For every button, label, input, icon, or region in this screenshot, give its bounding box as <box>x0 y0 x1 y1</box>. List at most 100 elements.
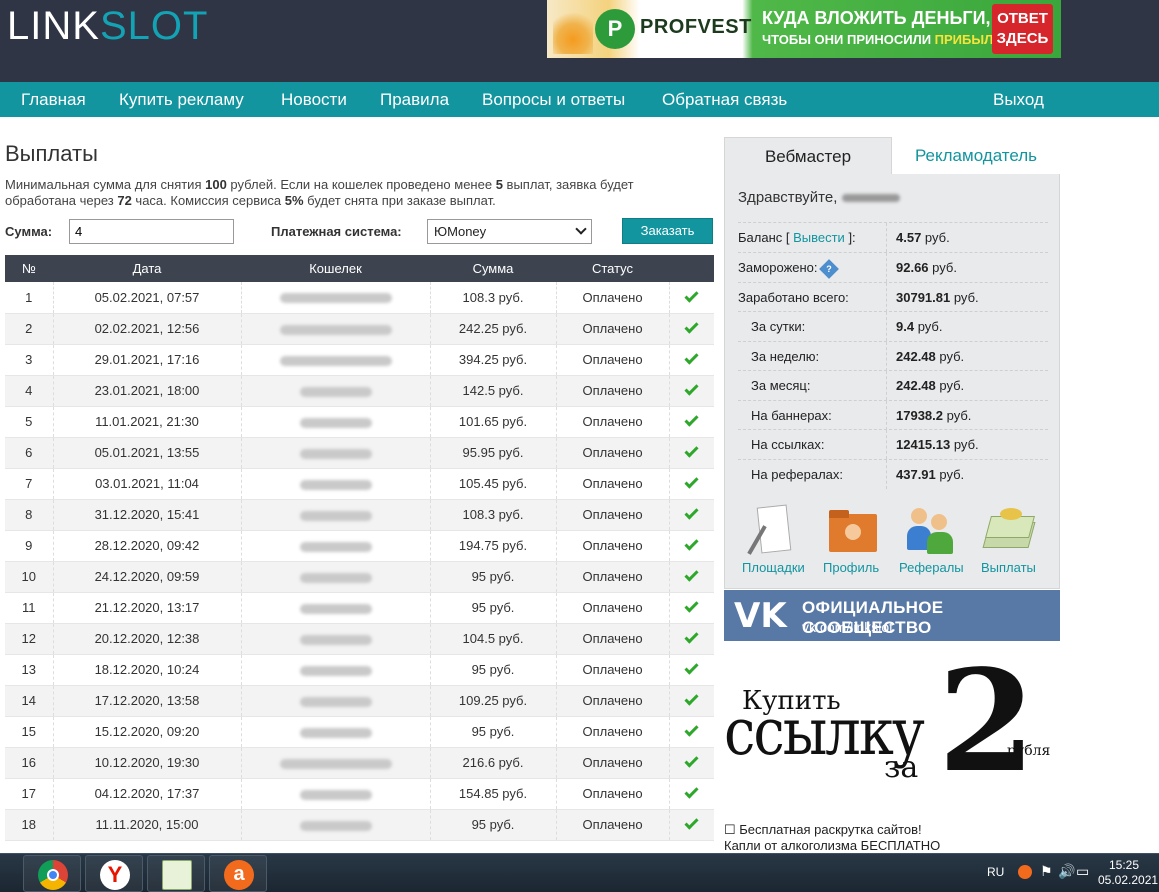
check-icon <box>684 412 699 427</box>
cell-status-icon <box>669 375 714 407</box>
wallet-redacted <box>279 355 392 366</box>
os-taskbar: Y a RU ⚑ 🔊 ▭ 15:25 05.02.2021 <box>0 853 1159 892</box>
table-row: 16 10.12.2020, 19:30 216.6 руб. Оплачено <box>5 747 714 779</box>
stat-value: 17938.2 руб. <box>896 408 972 423</box>
table-row: 17 04.12.2020, 17:37 154.85 руб. Оплачено <box>5 778 714 810</box>
col-amount: Сумма <box>430 255 556 282</box>
cell-wallet <box>241 282 431 314</box>
cell-amount: 95 руб. <box>430 809 557 841</box>
cell-date: 21.12.2020, 13:17 <box>53 592 242 624</box>
cell-date: 31.12.2020, 15:41 <box>53 499 242 531</box>
text-ad-link[interactable]: ☐ Бесплатная раскрутка сайтов! <box>724 822 940 838</box>
check-icon <box>684 567 699 582</box>
cell-status: Оплачено <box>556 592 670 624</box>
quick-link-sites[interactable]: Площадки <box>742 504 805 575</box>
table-row: 14 17.12.2020, 13:58 109.25 руб. Оплачено <box>5 685 714 717</box>
webmaster-panel: Здравствуйте, Баланс [ Вывести ]: 4.57 ру… <box>724 174 1060 589</box>
cell-status: Оплачено <box>556 561 670 593</box>
nav-logout[interactable]: Выход <box>993 90 1044 110</box>
order-button[interactable]: Заказать <box>622 218 713 244</box>
cell-wallet <box>241 747 431 779</box>
wallet-redacted <box>299 448 372 459</box>
table-row: 6 05.01.2021, 13:55 95.95 руб. Оплачено <box>5 437 714 469</box>
site-logo[interactable]: LINKSLOT <box>7 4 208 49</box>
cell-status: Оплачено <box>556 685 670 717</box>
cell-date: 04.12.2020, 17:37 <box>53 778 242 810</box>
greeting: Здравствуйте, <box>738 189 900 206</box>
banner-line-1: КУДА ВЛОЖИТЬ ДЕНЬГИ, <box>762 8 991 28</box>
cell-date: 15.12.2020, 09:20 <box>53 716 242 748</box>
check-icon <box>684 722 699 737</box>
cell-status: Оплачено <box>556 344 670 376</box>
nav-faq[interactable]: Вопросы и ответы <box>482 90 625 110</box>
tab-webmaster[interactable]: Вебмастер <box>724 137 892 174</box>
cell-date: 05.01.2021, 13:55 <box>53 437 242 469</box>
cell-amount: 101.65 руб. <box>430 406 557 438</box>
cell-wallet <box>241 344 431 376</box>
taskbar-chrome[interactable] <box>23 855 81 892</box>
taskbar-notepad[interactable] <box>147 855 205 892</box>
nav-feedback[interactable]: Обратная связь <box>662 90 787 110</box>
check-icon <box>684 629 699 644</box>
amount-input[interactable] <box>69 219 234 244</box>
help-icon[interactable]: ? <box>818 258 839 279</box>
network-icon[interactable]: ▭ <box>1076 863 1089 880</box>
cell-status-icon <box>669 530 714 562</box>
cell-wallet <box>241 716 431 748</box>
cell-status-icon <box>669 437 714 469</box>
table-row: 4 23.01.2021, 18:00 142.5 руб. Оплачено <box>5 375 714 407</box>
cell-status-icon <box>669 406 714 438</box>
nav-news[interactable]: Новости <box>281 90 347 110</box>
nav-buy-ads[interactable]: Купить рекламу <box>119 90 244 110</box>
text-ad-link[interactable]: Капли от алкоголизма БЕСПЛАТНО <box>724 838 940 854</box>
cell-wallet <box>241 468 431 500</box>
table-row: 1 05.02.2021, 07:57 108.3 руб. Оплачено <box>5 282 714 314</box>
quick-link-payouts[interactable]: Выплаты <box>981 504 1036 575</box>
cell-status: Оплачено <box>556 778 670 810</box>
quick-link-referrals[interactable]: Рефералы <box>899 504 964 575</box>
col-status-icon <box>669 255 714 282</box>
buy-link-promo[interactable]: Купить ссылку за 2 рубля <box>724 652 1060 792</box>
table-row: 2 02.02.2021, 12:56 242.25 руб. Оплачено <box>5 313 714 345</box>
cell-status-icon <box>669 778 714 810</box>
ad-banner[interactable]: P PROFVEST КУДА ВЛОЖИТЬ ДЕНЬГИ, ЧТОБЫ ОН… <box>547 0 1061 58</box>
cell-amount: 95 руб. <box>430 561 557 593</box>
flag-icon[interactable]: ⚑ <box>1040 863 1053 880</box>
wallet-redacted <box>299 820 372 831</box>
stat-value: 9.4 руб. <box>896 319 943 334</box>
payment-system-select[interactable]: ЮMoney <box>427 219 592 244</box>
nav-home[interactable]: Главная <box>21 90 86 110</box>
banner-cta[interactable]: ОТВЕТ ЗДЕСЬ <box>992 4 1053 54</box>
nav-rules[interactable]: Правила <box>380 90 449 110</box>
payouts-table: № Дата Кошелек Сумма Статус 1 05.02.2021,… <box>5 255 714 841</box>
stat-label: На ссылках: <box>751 437 825 452</box>
vk-community-banner[interactable]: VK ОФИЦИАЛЬНОЕ СООБЩЕСТВО vk.com/linkslo… <box>724 590 1060 641</box>
table-header-row: № Дата Кошелек Сумма Статус <box>5 255 714 282</box>
volume-icon[interactable]: 🔊 <box>1058 863 1075 880</box>
cell-number: 12 <box>5 623 54 655</box>
cell-number: 5 <box>5 406 54 438</box>
avast-tray-icon[interactable] <box>1018 865 1032 879</box>
cell-date: 23.01.2021, 18:00 <box>53 375 242 407</box>
system-clock[interactable]: 15:25 05.02.2021 <box>1098 858 1158 888</box>
taskbar-avast[interactable]: a <box>209 855 267 892</box>
logo-part-slot: SLOT <box>99 4 209 48</box>
check-icon <box>684 753 699 768</box>
start-button[interactable] <box>0 854 18 892</box>
wallet-redacted <box>299 665 372 676</box>
table-row: 7 03.01.2021, 11:04 105.45 руб. Оплачено <box>5 468 714 500</box>
cell-wallet <box>241 654 431 686</box>
stat-label: За неделю: <box>751 349 820 364</box>
cell-wallet <box>241 313 431 345</box>
check-icon <box>684 691 699 706</box>
withdraw-link[interactable]: Вывести <box>793 230 845 245</box>
tab-advertiser[interactable]: Рекламодатель <box>892 137 1060 174</box>
language-indicator[interactable]: RU <box>987 865 1004 879</box>
cell-status-icon <box>669 685 714 717</box>
quick-link-profile[interactable]: Профиль <box>823 504 879 575</box>
cell-date: 03.01.2021, 11:04 <box>53 468 242 500</box>
wallet-redacted <box>299 572 372 583</box>
clock-time: 15:25 <box>1108 858 1140 872</box>
cell-date: 05.02.2021, 07:57 <box>53 282 242 314</box>
taskbar-yandex[interactable]: Y <box>85 855 143 892</box>
